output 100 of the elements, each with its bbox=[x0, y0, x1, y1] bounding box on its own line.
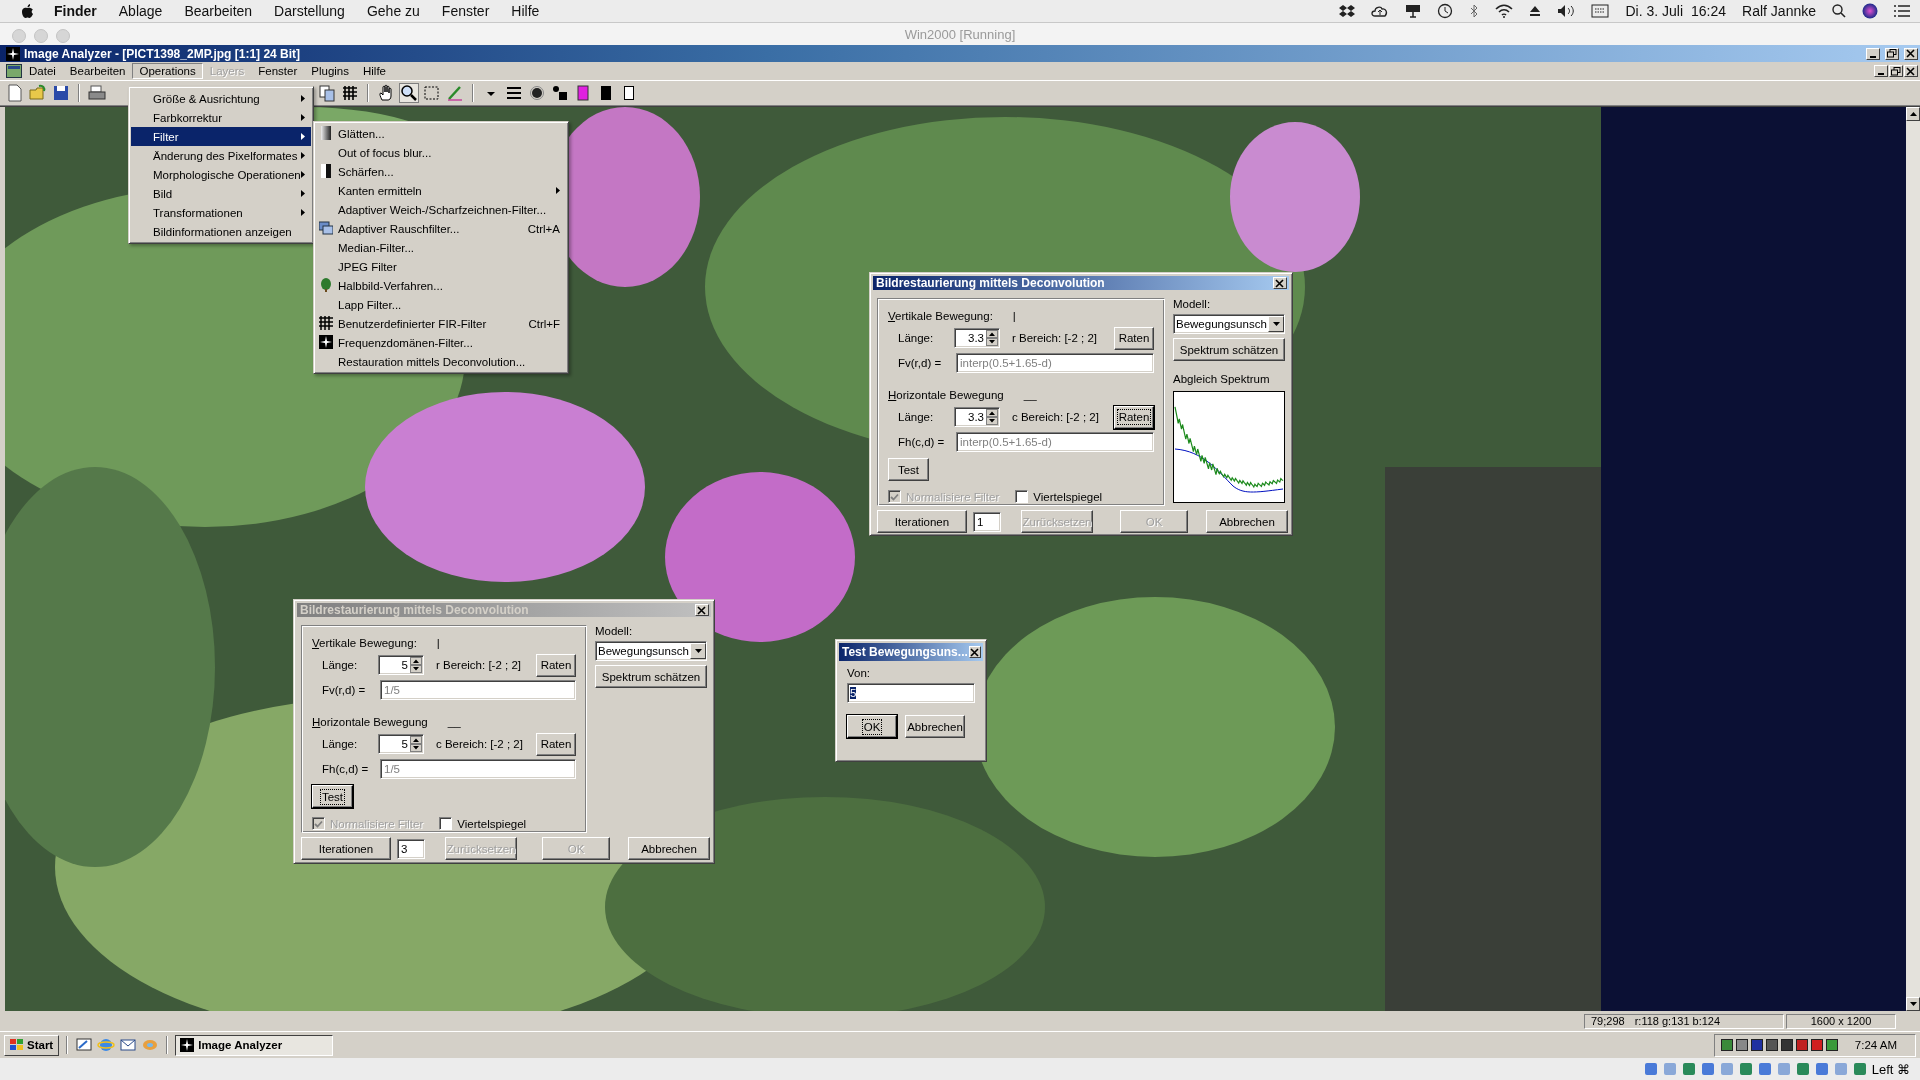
menu-item[interactable]: Median-Filter... bbox=[316, 238, 566, 257]
pen-icon[interactable] bbox=[446, 84, 464, 102]
menu-item[interactable]: Farbkorrektur bbox=[131, 108, 311, 127]
menu-item[interactable]: Transformationen bbox=[131, 203, 311, 222]
formula-field[interactable]: interp(0.5+1.65-d) bbox=[956, 353, 1154, 373]
lines-icon[interactable] bbox=[505, 84, 523, 102]
estimate-button[interactable]: Spektrum schätzen bbox=[1173, 338, 1285, 361]
section-heading: Horizontale Bewegung bbox=[888, 388, 1004, 401]
menu-item[interactable]: Bearbeiten bbox=[62, 63, 133, 79]
brush-dot-icon[interactable] bbox=[528, 84, 546, 102]
cancel-button[interactable]: Abbrechen bbox=[905, 715, 965, 738]
menu-item[interactable]: Datei bbox=[22, 63, 63, 79]
taskbar-button[interactable]: Image Analyzer bbox=[175, 1034, 334, 1056]
iterations-button[interactable]: Iterationen bbox=[877, 510, 967, 533]
menu-item[interactable]: Morphologische Operationen bbox=[131, 165, 311, 184]
spin-arrows-icon[interactable] bbox=[410, 736, 422, 752]
save-icon[interactable] bbox=[52, 84, 70, 102]
menu-item[interactable]: Out of focus blur... bbox=[316, 143, 566, 162]
iterations-button[interactable]: Iterationen bbox=[301, 837, 391, 860]
menu-item[interactable]: Filter bbox=[131, 127, 311, 146]
scroll-up-icon bbox=[1909, 112, 1917, 116]
grid-icon[interactable] bbox=[341, 84, 359, 102]
menu-item[interactable]: JPEG Filter bbox=[316, 257, 566, 276]
menu-item[interactable]: Frequenzdomänen-Filter... bbox=[316, 333, 566, 352]
shapes-icon[interactable] bbox=[551, 84, 569, 102]
menu-item[interactable]: Bild bbox=[131, 184, 311, 203]
test-button[interactable]: Test bbox=[888, 458, 929, 481]
open-folder-icon[interactable] bbox=[29, 84, 47, 102]
checkbox[interactable] bbox=[1015, 490, 1029, 503]
menu-item[interactable]: Bildinformationen anzeigen bbox=[131, 222, 311, 241]
guess-button[interactable]: Raten bbox=[536, 732, 576, 756]
value-field[interactable]: 5 bbox=[847, 683, 975, 703]
selection-icon[interactable] bbox=[423, 84, 441, 102]
spin-arrows-icon[interactable] bbox=[986, 409, 998, 425]
restore-button[interactable] bbox=[1885, 47, 1899, 60]
estimate-button[interactable]: Spektrum schätzen bbox=[595, 665, 707, 688]
menu-item[interactable]: Hilfe bbox=[356, 63, 393, 79]
swatch-icon[interactable] bbox=[574, 84, 592, 102]
field-label: Länge: bbox=[897, 411, 935, 423]
menu-item[interactable]: Kanten ermitteln bbox=[316, 181, 566, 200]
spin-field[interactable]: 3.3 bbox=[954, 328, 1000, 348]
menu-item[interactable]: Lapp Filter... bbox=[316, 295, 566, 314]
menu-item[interactable]: Darstellung bbox=[274, 3, 345, 19]
formula-field[interactable]: 1/5 bbox=[380, 680, 576, 700]
search-icon bbox=[1832, 4, 1846, 18]
scrollbar[interactable] bbox=[1906, 107, 1920, 1011]
menu-item[interactable]: Schärfen... bbox=[316, 162, 566, 181]
cancel-button[interactable]: Abbrechen bbox=[628, 837, 710, 860]
spin-arrows-icon[interactable] bbox=[986, 330, 998, 346]
star-icon bbox=[319, 335, 333, 349]
menu-item[interactable]: Finder bbox=[54, 3, 97, 19]
zoom-icon[interactable] bbox=[400, 84, 418, 102]
menu-item[interactable]: Ablage bbox=[118, 3, 163, 19]
menu-item[interactable]: Fenster bbox=[251, 63, 305, 79]
desktop-icon[interactable] bbox=[75, 1036, 94, 1054]
guess-button[interactable]: Raten bbox=[536, 653, 576, 677]
menu-item[interactable]: Plugins bbox=[304, 63, 356, 79]
spin-field[interactable]: 5 bbox=[378, 655, 424, 675]
menu-item[interactable]: Adaptiver Weich-/Scharfzeichnen-Filter... bbox=[316, 200, 566, 219]
start-button[interactable]: Start bbox=[4, 1034, 60, 1056]
spin-arrows-icon[interactable] bbox=[410, 657, 422, 673]
ok-button[interactable]: OK bbox=[847, 715, 897, 738]
model-dropdown[interactable]: Bewegungsunsch bbox=[1173, 314, 1285, 334]
new-file-icon[interactable] bbox=[6, 84, 24, 102]
guess-button[interactable]: Raten bbox=[1114, 405, 1154, 429]
menu-item[interactable]: Fenster bbox=[441, 3, 490, 19]
menu-item[interactable]: Änderung des Pixelformates bbox=[131, 146, 311, 165]
checkbox[interactable] bbox=[439, 817, 453, 830]
menu-item[interactable]: Adaptiver Rauschfilter... Ctrl+A bbox=[316, 219, 566, 238]
field-label: Länge: bbox=[897, 332, 935, 344]
formula-field[interactable]: interp(0.5+1.65-d) bbox=[956, 432, 1154, 452]
hand-icon[interactable] bbox=[377, 84, 395, 102]
menu-item[interactable]: Restauration mittels Deconvolution... bbox=[316, 352, 566, 371]
spin-field[interactable]: 5 bbox=[378, 734, 424, 754]
menu-item[interactable]: Gehe zu bbox=[366, 3, 420, 19]
iterations-field[interactable]: 1 bbox=[973, 511, 1001, 532]
restore-button[interactable] bbox=[1889, 65, 1903, 77]
formula-field[interactable]: 1/5 bbox=[380, 759, 576, 779]
menu-item[interactable]: Halbbild-Verfahren... bbox=[316, 276, 566, 295]
model-dropdown[interactable]: Bewegungsunsch bbox=[595, 641, 707, 661]
user-name[interactable]: Ralf Jannke bbox=[1742, 3, 1816, 19]
menu-item[interactable]: Hilfe bbox=[511, 3, 540, 19]
test-button[interactable]: Test bbox=[312, 785, 353, 808]
mail-icon[interactable] bbox=[119, 1036, 138, 1054]
cancel-button[interactable]: Abbrechen bbox=[1206, 510, 1288, 533]
host-key-label: Left ⌘ bbox=[1871, 1061, 1910, 1077]
spin-field[interactable]: 3.3 bbox=[954, 407, 1000, 427]
menu-item[interactable]: Größe & Ausrichtung bbox=[131, 89, 311, 108]
menu-item[interactable]: Glätten... bbox=[316, 124, 566, 143]
menu-item[interactable]: Bearbeiten bbox=[184, 3, 253, 19]
iterations-field[interactable]: 3 bbox=[397, 838, 425, 859]
tray-icon bbox=[1825, 1038, 1838, 1052]
guess-button[interactable]: Raten bbox=[1114, 326, 1154, 350]
menu-item[interactable]: Benutzerdefinierter FIR-Filter Ctrl+F bbox=[316, 314, 566, 333]
print-icon[interactable] bbox=[88, 84, 106, 102]
copy-icon[interactable] bbox=[318, 84, 336, 102]
status-icon bbox=[1814, 1062, 1829, 1076]
submenu-arrow-icon bbox=[301, 209, 305, 216]
pixel-color: r:118 g:131 b:124 bbox=[1634, 1015, 1721, 1027]
menu-item[interactable]: Operations bbox=[132, 63, 203, 79]
